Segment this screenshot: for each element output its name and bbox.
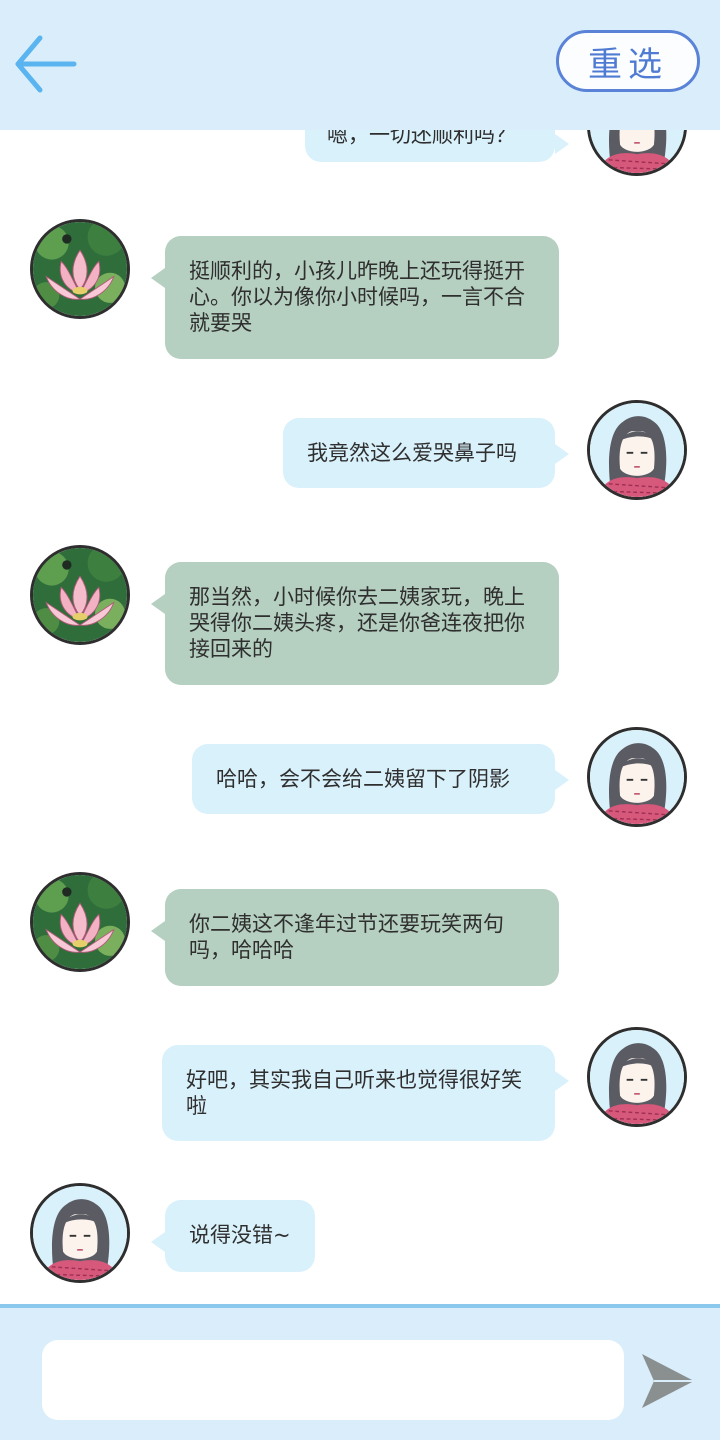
lotus-avatar-icon	[33, 222, 127, 316]
message-text: 那当然，小时候你去二姨家玩，晚上哭得你二姨头疼，还是你爸连夜把你接回来的	[189, 585, 525, 661]
girl-avatar[interactable]	[587, 1027, 687, 1127]
message-text: 哈哈，会不会给二姨留下了阴影	[216, 767, 510, 791]
girl-avatar[interactable]	[587, 400, 687, 500]
composer-bar	[0, 1304, 720, 1440]
lotus-avatar-icon	[33, 875, 127, 969]
message-text: 说得没错~	[189, 1223, 291, 1247]
lotus-avatar[interactable]	[30, 872, 130, 972]
back-button[interactable]	[10, 28, 82, 100]
girl-avatar-icon	[590, 1030, 684, 1124]
girl-avatar-icon	[33, 1186, 127, 1280]
message-bubble-incoming: 挺顺利的，小孩儿昨晚上还玩得挺开心。你以为像你小时候吗，一言不合就要哭	[151, 236, 559, 359]
message-text: 好吧，其实我自己听来也觉得很好笑啦	[186, 1068, 522, 1118]
send-button[interactable]	[640, 1350, 696, 1412]
send-arrow-icon	[642, 1354, 694, 1408]
message-bubble-outgoing: 好吧，其实我自己听来也觉得很好笑啦	[162, 1045, 569, 1141]
lotus-avatar[interactable]	[30, 219, 130, 319]
top-bar: 重选	[0, 0, 720, 130]
arrow-left-icon	[15, 35, 77, 93]
chat-history[interactable]: 嗯，一切还顺利吗？ 挺顺利的，小孩儿昨晚上还玩得挺开心。你以为像你小时候吗，一言…	[0, 0, 720, 1305]
message-bubble-incoming: 那当然，小时候你去二姨家玩，晚上哭得你二姨头疼，还是你爸连夜把你接回来的	[151, 562, 559, 685]
girl-avatar-icon	[590, 403, 684, 497]
message-bubble-outgoing: 哈哈，会不会给二姨留下了阴影	[192, 744, 569, 814]
reselect-button[interactable]: 重选	[556, 30, 700, 92]
girl-avatar[interactable]	[30, 1183, 130, 1283]
message-text: 你二姨这不逢年过节还要玩笑两句吗，哈哈哈	[189, 912, 504, 962]
message-text: 挺顺利的，小孩儿昨晚上还玩得挺开心。你以为像你小时候吗，一言不合就要哭	[189, 259, 525, 335]
message-text: 我竟然这么爱哭鼻子吗	[307, 441, 517, 465]
lotus-avatar-icon	[33, 548, 127, 642]
message-bubble-outgoing: 我竟然这么爱哭鼻子吗	[283, 418, 569, 488]
lotus-avatar[interactable]	[30, 545, 130, 645]
girl-avatar-icon	[590, 730, 684, 824]
girl-avatar[interactable]	[587, 727, 687, 827]
message-input[interactable]	[42, 1340, 624, 1420]
message-bubble-incoming: 你二姨这不逢年过节还要玩笑两句吗，哈哈哈	[151, 889, 559, 986]
message-bubble-incoming: 说得没错~	[151, 1200, 315, 1272]
